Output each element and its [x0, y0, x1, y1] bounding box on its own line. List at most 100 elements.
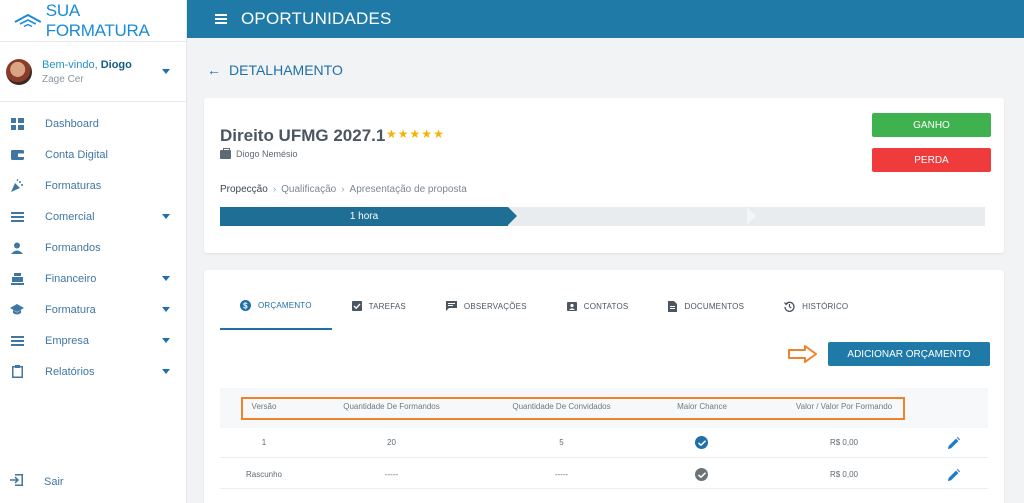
star-icon: ★: [421, 127, 434, 141]
sidebar-item-label: Relatórios: [45, 365, 95, 378]
column-header: Maior Chance: [677, 402, 727, 411]
brand-mark-icon: [14, 13, 42, 27]
back-label: DETALHAMENTO: [229, 62, 343, 78]
sidebar-item-formatura[interactable]: Formatura: [0, 294, 186, 325]
tab-label: DOCUMENTOS: [684, 301, 745, 311]
clipboard-icon: [10, 365, 24, 379]
user-name: Diogo: [100, 58, 132, 71]
owner-name: Diogo Nemésio: [236, 149, 298, 159]
column-header: Valor / Valor Por Formando: [795, 402, 893, 411]
cell-value: R$ 0,00: [829, 438, 859, 447]
rating-stars[interactable]: ★★★★★: [386, 127, 445, 141]
tab-label: TAREFAS: [368, 301, 406, 311]
tab-documentos[interactable]: DOCUMENTOS: [648, 292, 764, 330]
tab-tarefas[interactable]: TAREFAS: [332, 292, 426, 330]
chevron-down-icon: [162, 369, 170, 374]
sidebar-item-label: Comercial: [45, 210, 95, 223]
chevron-down-icon[interactable]: [162, 69, 170, 74]
sidebar-item-relatorios[interactable]: Relatórios: [0, 356, 186, 387]
chevron-right-icon: ›: [341, 184, 345, 195]
tab-contatos[interactable]: CONTATOS: [547, 292, 649, 330]
column-header: Quantidade De Convidados: [512, 402, 611, 411]
sidebar-item-empresa[interactable]: Empresa: [0, 325, 186, 356]
arrow-left-icon: ←: [207, 62, 221, 78]
sidebar-item-label: Formaturas: [45, 179, 102, 192]
sidebar-nav: Dashboard Conta Digital Formaturas Comer…: [0, 102, 186, 387]
dollar-icon: $: [240, 299, 251, 311]
document-icon: [668, 300, 678, 312]
chevron-down-icon: [162, 276, 170, 281]
cash-register-icon: [10, 272, 24, 286]
sidebar-item-label: Formandos: [45, 241, 101, 254]
top-bar: OPORTUNIDADES: [187, 0, 1024, 38]
svg-text:$: $: [243, 301, 248, 310]
pipeline-separator: [747, 207, 756, 225]
logout-link[interactable]: Sair: [10, 473, 64, 491]
pipeline-stage-current: 1 hora: [220, 207, 517, 226]
star-icon: ★: [397, 127, 410, 141]
sidebar-item-label: Empresa: [45, 334, 90, 347]
user-greeting: Bem-vindo, Diogo: [42, 58, 132, 71]
add-budget-button[interactable]: ADICIONAR ORÇAMENTO: [828, 342, 990, 366]
owner: Diogo Nemésio: [220, 147, 298, 159]
briefcase-icon: [220, 147, 231, 159]
lost-button[interactable]: PERDA: [872, 148, 991, 172]
project-title: Direito UFMG 2027.1: [220, 126, 386, 145]
opportunity-tabs-card: $ ORÇAMENTO TAREFAS OBSERVAÇÕES CONTATOS…: [204, 270, 1004, 503]
cell-graduates: 20: [387, 438, 396, 447]
graduation-cap-icon: [10, 303, 24, 317]
logout-icon: [10, 473, 23, 491]
logo[interactable]: SUA FORMATURA: [0, 0, 186, 42]
tab-observacoes[interactable]: OBSERVAÇÕES: [426, 292, 547, 330]
cell-value: R$ 0,00: [829, 470, 859, 479]
tab-label: HISTÓRICO: [802, 301, 849, 311]
back-link[interactable]: ← DETALHAMENTO: [207, 62, 343, 78]
hamburger-menu-icon[interactable]: [215, 12, 227, 26]
sidebar-item-label: Financeiro: [45, 272, 97, 285]
chevron-down-icon: [162, 307, 170, 312]
edit-pencil-icon[interactable]: [948, 436, 960, 454]
sidebar-item-label: Formatura: [45, 303, 96, 316]
check-circle-icon: [695, 468, 708, 481]
tab-label: OBSERVAÇÕES: [463, 301, 527, 311]
breadcrumb-stage[interactable]: Propecção: [220, 184, 268, 195]
sidebar-item-formandos[interactable]: Formandos: [0, 232, 186, 263]
list-icon: [10, 210, 24, 224]
sidebar: SUA FORMATURA Bem-vindo, Diogo Zage Cer …: [0, 0, 187, 503]
cell-version: 1: [261, 438, 267, 447]
arrow-right-hint-icon: [788, 345, 817, 363]
dashboard-icon: [10, 117, 24, 131]
avatar: [6, 58, 32, 85]
sidebar-item-financeiro[interactable]: Financeiro: [0, 263, 186, 294]
page-title: OPORTUNIDADES: [241, 9, 392, 28]
won-button[interactable]: GANHO: [872, 113, 991, 137]
person-icon: [10, 241, 24, 255]
column-header: Quantidade De Formandos: [343, 402, 440, 411]
cell-guests: 5: [559, 438, 564, 447]
tab-historico[interactable]: HISTÓRICO: [764, 292, 868, 330]
sidebar-item-dashboard[interactable]: Dashboard: [0, 108, 186, 139]
cell-version: Rascunho: [245, 470, 283, 479]
comment-icon: [445, 301, 457, 311]
contact-icon: [566, 301, 577, 312]
sidebar-item-conta-digital[interactable]: Conta Digital: [0, 139, 186, 170]
sidebar-item-comercial[interactable]: Comercial: [0, 201, 186, 232]
edit-pencil-icon[interactable]: [948, 468, 960, 486]
main-content: ← DETALHAMENTO Direito UFMG 2027.1 ★★★★★…: [187, 38, 1024, 503]
opportunity-summary-card: Direito UFMG 2027.1 ★★★★★ Diogo Nemésio …: [204, 98, 1004, 253]
star-icon: ★: [433, 127, 445, 141]
sidebar-item-label: Dashboard: [45, 117, 99, 130]
star-icon: ★: [409, 127, 422, 141]
sidebar-item-formaturas[interactable]: Formaturas: [0, 170, 186, 201]
brand-name: SUA FORMATURA: [45, 0, 150, 40]
logout-label: Sair: [44, 476, 64, 488]
breadcrumb-stage[interactable]: Apresentação de proposta: [350, 184, 467, 195]
user-company: Zage Cer: [42, 73, 84, 85]
chevron-down-icon: [162, 338, 170, 343]
list-icon: [10, 334, 24, 348]
breadcrumb-stage[interactable]: Qualificação: [281, 184, 336, 195]
tab-bar: $ ORÇAMENTO TAREFAS OBSERVAÇÕES CONTATOS…: [220, 292, 868, 330]
star-icon: ★: [386, 127, 398, 141]
tab-orcamento[interactable]: $ ORÇAMENTO: [220, 292, 332, 330]
user-menu[interactable]: Bem-vindo, Diogo Zage Cer: [0, 42, 186, 102]
